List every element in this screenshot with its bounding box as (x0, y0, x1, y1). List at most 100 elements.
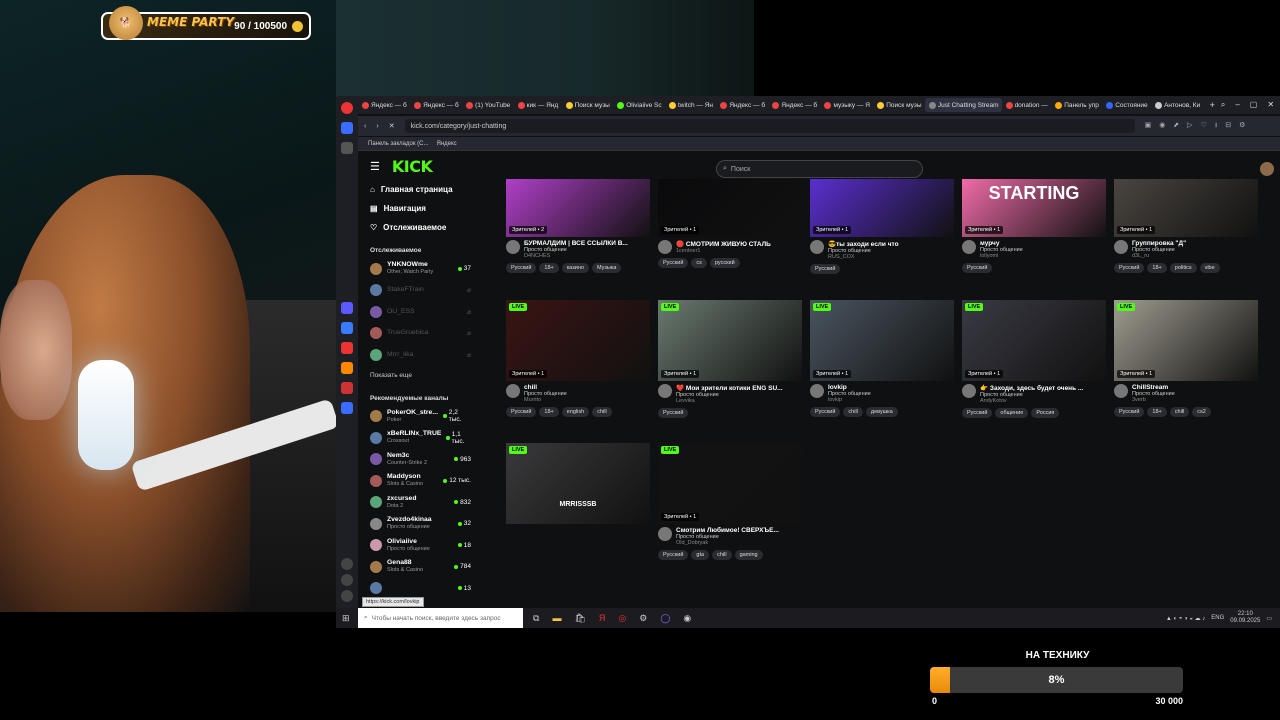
streamer-avatar[interactable] (658, 527, 672, 541)
stream-thumbnail[interactable]: Зрителей • 1 (810, 179, 954, 237)
browser-tab[interactable]: Поиск музы (562, 98, 614, 112)
bookmark-item[interactable]: Яндекс (436, 141, 456, 147)
streamer-avatar[interactable] (962, 240, 976, 254)
camera-icon[interactable]: ◉ (1159, 121, 1165, 132)
nav-following[interactable]: ♡ Отслеживаемое (358, 218, 483, 237)
streamer-avatar[interactable] (658, 240, 672, 254)
more-icon[interactable] (341, 590, 353, 602)
stream-thumbnail[interactable]: LIVE Зрителей • 1 (506, 300, 650, 381)
stream-tag[interactable]: русский (709, 258, 740, 268)
heart-icon[interactable] (341, 558, 353, 570)
browser-tab[interactable]: Панель упр (1051, 98, 1102, 112)
stream-tag[interactable]: vibe (1199, 263, 1220, 273)
sidebar-channel[interactable]: Nem3c Counter-Strike 2 963 (358, 449, 483, 471)
stream-tag[interactable]: Русский (1114, 407, 1145, 417)
streamer-avatar[interactable] (658, 384, 672, 398)
stream-tag[interactable]: cs2 (1192, 407, 1211, 417)
stream-tag[interactable]: 18+ (539, 263, 559, 273)
download-icon[interactable]: ⭳ (1215, 121, 1217, 132)
stream-title[interactable]: lovkip (828, 384, 948, 391)
lock-icon[interactable]: ⊟ (1225, 121, 1231, 132)
stream-card[interactable]: Зрителей • 1 Группировка "Д" Просто общени… (1114, 179, 1258, 273)
settings-icon[interactable]: ⚙ (639, 613, 647, 624)
stream-thumbnail[interactable]: LIVE Зрителей • 1 (658, 443, 802, 524)
stream-tag[interactable]: gaming (734, 550, 763, 560)
stream-tag[interactable]: Русский (658, 408, 689, 418)
sidebar-channel[interactable]: PokerOK_stre... Poker 2,2 тыс. (358, 406, 483, 428)
stream-tag[interactable]: 18+ (539, 407, 559, 417)
stream-title[interactable]: chill (524, 384, 644, 391)
stream-card[interactable]: Зрителей • 1 🔴 СМОТРИМ ЖИВУЮ СТАЛЬ 1centne… (658, 179, 802, 268)
streamer-name[interactable]: Levvika (676, 398, 796, 404)
browser-tab[interactable]: Антонов, Ки (1151, 98, 1203, 112)
task-view-icon[interactable]: ⧉ (533, 613, 539, 624)
file-explorer-icon[interactable]: ▬ (552, 613, 561, 624)
stream-tag[interactable]: politics (1169, 263, 1197, 273)
back-icon[interactable]: ‹ (364, 123, 366, 130)
stream-tag[interactable]: 18+ (1147, 263, 1167, 273)
streamer-name[interactable]: 3verb (1132, 397, 1252, 403)
stream-card[interactable]: LIVE Зрителей • 1 ChillStream Просто общени… (1114, 300, 1258, 417)
stream-card[interactable]: LIVE Зрителей • 1 lovkip Просто общение lovk… (810, 300, 954, 417)
sidebar-channel[interactable]: 13 (358, 578, 483, 600)
sidebar-channel[interactable]: Gena88 Slots & Casino 784 (358, 556, 483, 578)
stream-title[interactable]: Смотрим Любимое! СВЕРХЪЕ... (676, 527, 796, 534)
streamer-name[interactable]: AndyKotov (980, 398, 1100, 404)
stream-tag[interactable]: Русский (506, 263, 537, 273)
stream-tag[interactable]: девушка (865, 407, 898, 417)
stream-tag[interactable]: казино (561, 263, 589, 273)
stream-tag[interactable]: cs (691, 258, 707, 268)
stream-card[interactable]: Зрителей • 1 😎ты заходи если что Просто об… (810, 179, 954, 274)
stream-tag[interactable]: Русский (810, 264, 841, 274)
stream-thumbnail[interactable]: Зрителей • 1 (1114, 179, 1258, 237)
stream-thumbnail[interactable]: Зрителей • 1 (658, 179, 802, 237)
stream-card[interactable]: LIVE Зрителей • 1 chill Просто общение Murri… (506, 300, 650, 417)
browser-tab[interactable]: кик — Янд (514, 98, 562, 112)
stream-tag[interactable]: Русский (1114, 263, 1145, 273)
streamer-avatar[interactable] (962, 384, 976, 398)
close-icon[interactable]: ✕ (1267, 100, 1274, 110)
history-icon[interactable] (341, 574, 353, 586)
browser-tab[interactable]: Oliviaiive Sc (613, 98, 665, 112)
home-icon[interactable] (341, 122, 353, 134)
stream-card[interactable]: STARTING Зрителей • 1 мурчу Просто общение l… (962, 179, 1106, 273)
streamer-name[interactable]: D4NCHES (524, 253, 644, 259)
browser-tab[interactable]: donation — (1002, 98, 1052, 112)
stream-thumbnail[interactable]: LIVE Зрителей • 1 (1114, 300, 1258, 381)
yandex-browser-icon[interactable]: Я (599, 613, 606, 624)
streamer-name[interactable]: lovkip (828, 397, 948, 403)
url-field[interactable]: kick.com/category/just-chatting (404, 119, 1135, 133)
opera-icon[interactable]: ◎ (618, 613, 626, 624)
streamer-avatar[interactable] (1114, 384, 1128, 398)
stream-tag[interactable]: gta (691, 550, 710, 560)
browser-tab-active[interactable]: Just Chatting Stream (924, 98, 1002, 112)
tray-icons[interactable]: ▲ ◐ ◓ ◑ ◒ ☁ ♪ (1166, 615, 1205, 622)
stream-title[interactable]: ChillStream (1132, 384, 1252, 391)
stream-title[interactable]: мурчу (980, 240, 1100, 247)
streamer-name[interactable]: lollyomi (980, 253, 1100, 259)
taskbar-search-input[interactable]: ⌕ Чтобы начать поиск, введите здесь запр… (358, 608, 523, 628)
stream-tag[interactable]: chill (1169, 407, 1190, 417)
stream-title[interactable]: БУРМАЛДИМ | ВСЕ ССЫЛКИ В... (524, 240, 644, 247)
browser-tab[interactable]: twitch — Ян (665, 98, 716, 112)
sidebar-channel[interactable]: Mrrr_lika ⌀ (358, 344, 483, 366)
menu-icon[interactable]: ☰ (370, 160, 380, 173)
sidebar-channel[interactable]: StakeFTrain ⌀ (358, 280, 483, 302)
streamer-avatar[interactable] (506, 384, 520, 398)
streamer-avatar[interactable] (506, 240, 520, 254)
bookmark-item[interactable]: Панель закладок (С... (368, 141, 428, 147)
sidebar-channel[interactable]: zxcursed Dota 2 832 (358, 492, 483, 514)
stream-card[interactable]: MRRISSSB LIVE (506, 443, 650, 524)
forward-icon[interactable]: › (376, 123, 378, 130)
stream-tag[interactable]: Музыка (591, 263, 622, 273)
nav-home[interactable]: ⌂ Главная страница (358, 180, 483, 199)
streamer-name[interactable]: Murrito (524, 397, 644, 403)
stream-tag[interactable]: Русский (810, 407, 841, 417)
kick-search-input[interactable]: ⌕ Поиск (716, 160, 923, 178)
browser-tab[interactable]: Яндекс — б (358, 98, 410, 112)
play-icon[interactable]: ▷ (1187, 121, 1192, 132)
sidebar-channel[interactable]: TrueGruebica ⌀ (358, 323, 483, 345)
sidebar-channel[interactable]: OU_ESS ⌀ (358, 301, 483, 323)
star-icon[interactable] (341, 142, 353, 154)
stream-thumbnail[interactable]: LIVE Зрителей • 1 (962, 300, 1106, 381)
